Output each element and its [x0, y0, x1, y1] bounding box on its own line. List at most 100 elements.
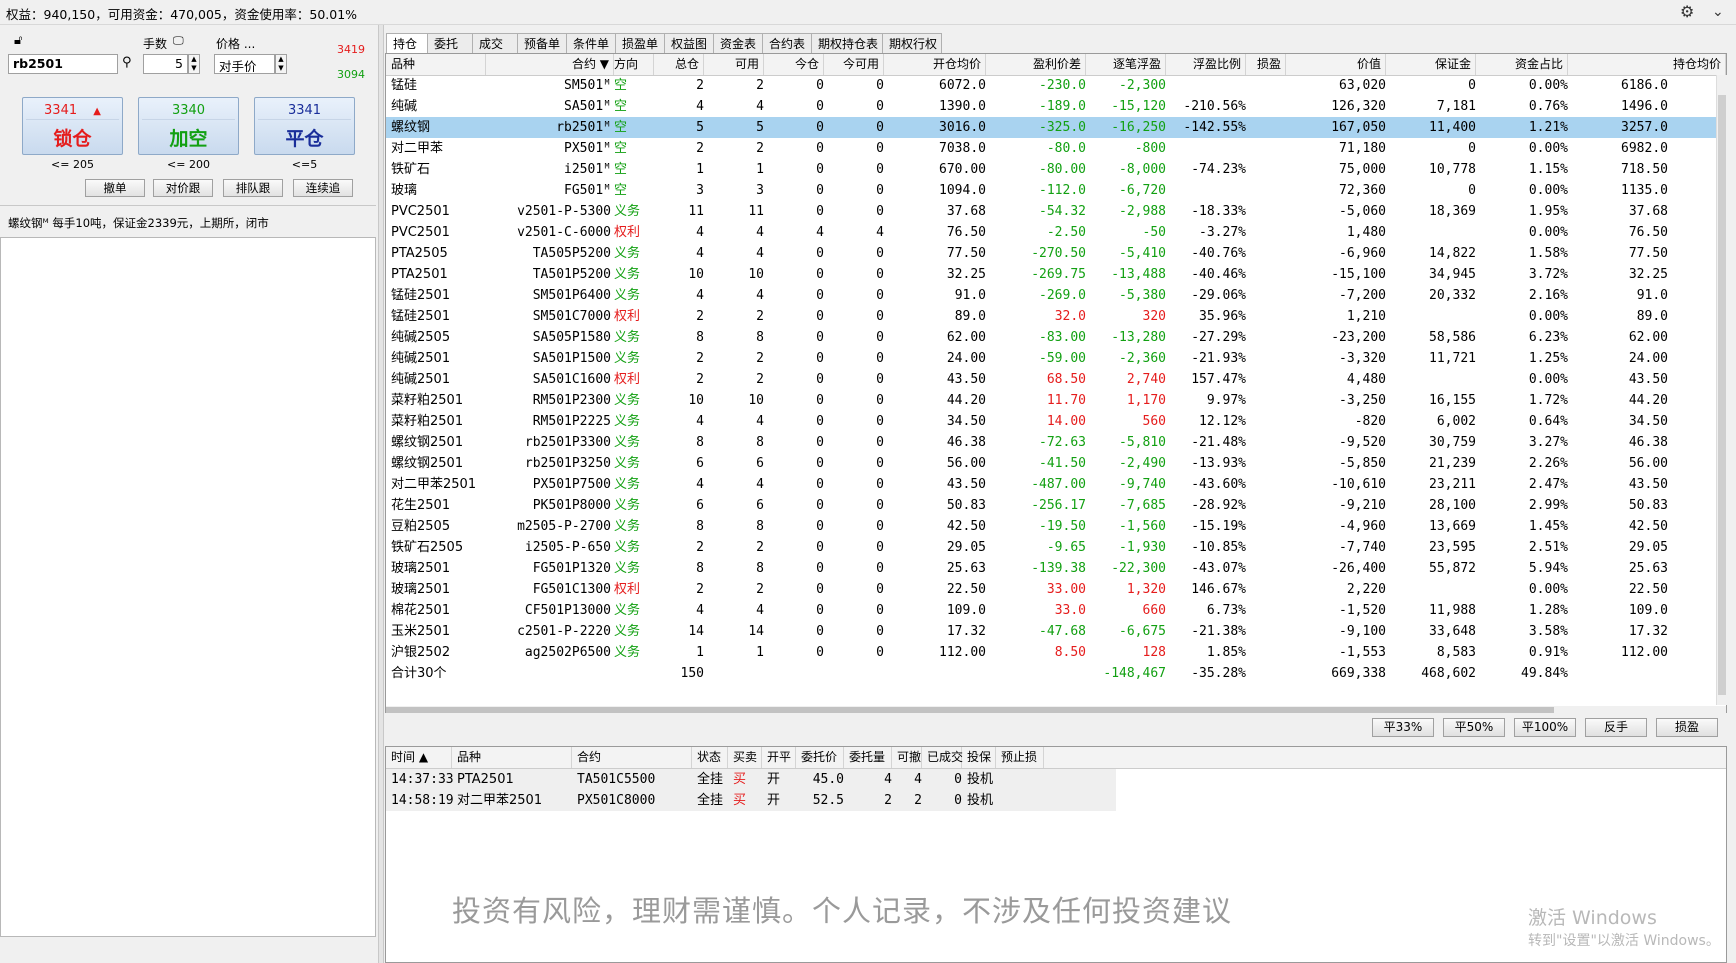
table-row[interactable]: 锰硅 SM501ᴹ 空 2 2 0 0 6072.0 -230.0 -2,300 63,020 0 0.…	[386, 75, 1726, 96]
tab-7[interactable]: 资金表	[713, 33, 763, 53]
stop-profit-loss-button[interactable]: 损盈	[1656, 718, 1718, 737]
queue-follow-button[interactable]: 排队跟	[223, 179, 283, 197]
positions-column-header[interactable]: 资金占比	[1476, 54, 1568, 75]
close-50-button[interactable]: 平50%	[1443, 718, 1505, 737]
tab-10[interactable]: 期权行权	[882, 33, 942, 53]
search-icon[interactable]: ⚲	[122, 55, 132, 70]
table-row[interactable]: 花生2501 PK501P8000 义务 6 6 0 0 50.83 -256.17 -7,685…	[386, 495, 1726, 516]
positions-total-row[interactable]: 合计30个 150 -148,467 -35.28% 669,338 468,602 49.…	[386, 663, 1726, 684]
positions-column-header[interactable]: 保证金	[1386, 54, 1476, 75]
positions-column-header[interactable]: 品种	[386, 54, 486, 75]
table-row[interactable]: 14:58:19 对二甲苯2501 PX501C8000 全挂买 开 52.5 2 2 0 投机	[386, 790, 1116, 811]
orders-column-header[interactable]: 买卖	[728, 747, 762, 768]
table-row[interactable]: 对二甲苯2501 PX501P7500 义务 4 4 0 0 43.50 -487.00 -9,7…	[386, 474, 1726, 495]
orders-column-header[interactable]: 委托量	[844, 747, 892, 768]
table-row[interactable]: 玻璃2501 FG501P1320 义务 8 8 0 0 25.63 -139.38 -22,30…	[386, 558, 1726, 579]
monitor-icon[interactable]: 🖵︎	[173, 34, 184, 48]
table-row[interactable]: 棉花2501 CF501P13000 义务 4 4 0 0 109.0 33.0 660 6.73%…	[386, 600, 1726, 621]
orders-column-header[interactable]: 投保	[962, 747, 996, 768]
tab-6[interactable]: 权益图	[664, 33, 714, 53]
table-cell: 1.85%	[1206, 645, 1246, 660]
positions-column-header[interactable]: 可用	[704, 54, 764, 75]
tab-9[interactable]: 期权持仓表	[811, 33, 883, 53]
positions-column-header[interactable]: 总仓	[654, 54, 704, 75]
panel-splitter[interactable]	[378, 25, 384, 963]
table-row[interactable]: 螺纹钢2501 rb2501P3300 义务 8 8 0 0 46.38 -72.63 -5,81…	[386, 432, 1726, 453]
table-row[interactable]: PVC2501 v2501-C-6000 权利 4 4 4 4 76.50 -2.50 -50 -3…	[386, 222, 1726, 243]
orders-column-header[interactable]: 品种	[452, 747, 572, 768]
table-row[interactable]: 菜籽粕2501 RM501P2225 义务 4 4 0 0 34.50 14.00 560 12.1…	[386, 411, 1726, 432]
table-row[interactable]: 豆粕2505 m2505-P-2700 义务 8 8 0 0 42.50 -19.50 -1,56…	[386, 516, 1726, 537]
positions-column-header[interactable]: 浮盈比例	[1166, 54, 1246, 75]
table-row[interactable]: 14:37:33 PTA2501 TA501C5500 全挂买 开 45.0 4 4 0 投机	[386, 769, 1116, 790]
orders-column-header[interactable]: 委托价	[796, 747, 844, 768]
positions-column-header[interactable]: 今仓	[764, 54, 824, 75]
positions-column-header[interactable]: 方向	[614, 54, 654, 75]
tab-3[interactable]: 预备单	[517, 33, 567, 53]
table-row[interactable]: 螺纹钢 rb2501ᴹ 空 5 5 0 0 3016.0 -325.0 -16,250 -142.5…	[386, 117, 1726, 138]
divider	[0, 205, 376, 206]
table-row[interactable]: 螺纹钢2501 rb2501P3250 义务 6 6 0 0 56.00 -41.50 -2,49…	[386, 453, 1726, 474]
positions-column-header[interactable]: 逐笔浮盈	[1086, 54, 1166, 75]
table-row[interactable]: 纯碱2505 SA505P1580 义务 8 8 0 0 62.00 -83.00 -13,280…	[386, 327, 1726, 348]
positions-column-header[interactable]: 开仓均价	[884, 54, 986, 75]
cancel-order-button[interactable]: 撤单	[85, 179, 145, 197]
positions-column-header[interactable]: 合约 ▼	[486, 54, 614, 75]
table-row[interactable]: 纯碱 SA501ᴹ 空 4 4 0 0 1390.0 -189.0 -15,120 -210.56%…	[386, 96, 1726, 117]
table-row[interactable]: 玉米2501 c2501-P-2220 义务 14 14 0 0 17.32 -47.68 -6,…	[386, 621, 1726, 642]
tab-1[interactable]: 委托	[427, 33, 473, 53]
table-row[interactable]: PTA2505 TA505P5200 义务 4 4 0 0 77.50 -270.50 -5,41…	[386, 243, 1726, 264]
price-type-stepper[interactable]: ▲ ▼	[275, 54, 287, 74]
orders-column-header[interactable]: 状态	[692, 747, 728, 768]
follow-opposite-button[interactable]: 对价跟	[153, 179, 213, 197]
tab-8[interactable]: 合约表	[762, 33, 812, 53]
price-type-select[interactable]: 对手价	[214, 54, 275, 74]
table-row[interactable]: 菜籽粕2501 RM501P2300 义务 10 10 0 0 44.20 11.70 1,170…	[386, 390, 1726, 411]
table-row[interactable]: 纯碱2501 SA501C1600 权利 2 2 0 0 43.50 68.50 2,740 157…	[386, 369, 1726, 390]
reverse-button[interactable]: 反手	[1585, 718, 1647, 737]
table-row[interactable]: PVC2501 v2501-P-5300 义务 11 11 0 0 37.68 -54.32 -2…	[386, 201, 1726, 222]
table-row[interactable]: 对二甲苯 PX501ᴹ 空 2 2 0 0 7038.0 -80.0 -800 71,180 0 0.0…	[386, 138, 1726, 159]
close-33-button[interactable]: 平33%	[1372, 718, 1434, 737]
tab-0[interactable]: 持仓	[386, 33, 428, 54]
close-100-button[interactable]: 平100%	[1514, 718, 1576, 737]
gear-icon[interactable]: ⚙	[1680, 2, 1694, 21]
lock-position-button[interactable]: 3341 ▲ 锁仓	[22, 97, 123, 155]
lock-icon[interactable]: 🔓︎	[14, 33, 22, 48]
lots-input[interactable]: 5	[143, 54, 188, 74]
tab-5[interactable]: 损盈单	[615, 33, 665, 53]
close-position-button[interactable]: 3341 平仓	[254, 97, 355, 155]
positions-column-header[interactable]: 价值	[1286, 54, 1386, 75]
positions-column-header[interactable]: 盈利价差	[986, 54, 1086, 75]
tab-4[interactable]: 条件单	[566, 33, 616, 53]
table-row[interactable]: 玻璃 FG501ᴹ 空 3 3 0 0 1094.0 -112.0 -6,720 72,360 0 0.…	[386, 180, 1726, 201]
orders-column-header[interactable]: 可撤	[892, 747, 922, 768]
positions-horizontal-scrollbar[interactable]	[386, 706, 1726, 714]
positions-column-header[interactable]: 持仓均价	[1568, 54, 1726, 75]
orders-column-header[interactable]: 时间 ▲	[386, 747, 452, 768]
table-cell	[1246, 369, 1286, 390]
positions-column-header[interactable]: 损盈	[1246, 54, 1286, 75]
positions-vertical-scrollbar[interactable]	[1716, 75, 1727, 705]
table-row[interactable]: 纯碱2501 SA501P1500 义务 2 2 0 0 24.00 -59.00 -2,360 -…	[386, 348, 1726, 369]
continuous-chase-button[interactable]: 连续追	[293, 179, 353, 197]
tab-2[interactable]: 成交	[472, 33, 518, 53]
table-row[interactable]: 玻璃2501 FG501C1300 权利 2 2 0 0 22.50 33.00 1,320 146…	[386, 579, 1726, 600]
table-row[interactable]: 锰硅2501 SM501C7000 权利 2 2 0 0 89.0 32.0 320 35.96% 1…	[386, 306, 1726, 327]
orders-column-header[interactable]: 合约	[572, 747, 692, 768]
chevron-down-icon[interactable]: ⌄	[1712, 4, 1724, 20]
orders-column-header[interactable]: 已成交	[922, 747, 963, 768]
orders-column-header[interactable]: 开平	[762, 747, 796, 768]
positions-column-header[interactable]: 今可用	[824, 54, 884, 75]
orders-column-header[interactable]: 预止损	[996, 747, 1044, 768]
table-row[interactable]: 沪银2502 ag2502P6500 义务 1 1 0 0 112.00 8.50 128 1.85…	[386, 642, 1726, 663]
table-cell: 14,822	[1429, 246, 1476, 261]
table-cell	[764, 663, 824, 684]
table-row[interactable]: PTA2501 TA501P5200 义务 10 10 0 0 32.25 -269.75 -13…	[386, 264, 1726, 285]
table-row[interactable]: 铁矿石2505 i2505-P-650 义务 2 2 0 0 29.05 -9.65 -1,930…	[386, 537, 1726, 558]
contract-input[interactable]: rb2501	[8, 54, 118, 74]
add-short-button[interactable]: 3340 加空	[138, 97, 239, 155]
lots-stepper[interactable]: ▲ ▼	[188, 54, 200, 74]
table-row[interactable]: 铁矿石 i2501ᴹ 空 1 1 0 0 670.00 -80.00 -8,000 -74.23% 7…	[386, 159, 1726, 180]
table-row[interactable]: 锰硅2501 SM501P6400 义务 4 4 0 0 91.0 -269.0 -5,380 -2…	[386, 285, 1726, 306]
